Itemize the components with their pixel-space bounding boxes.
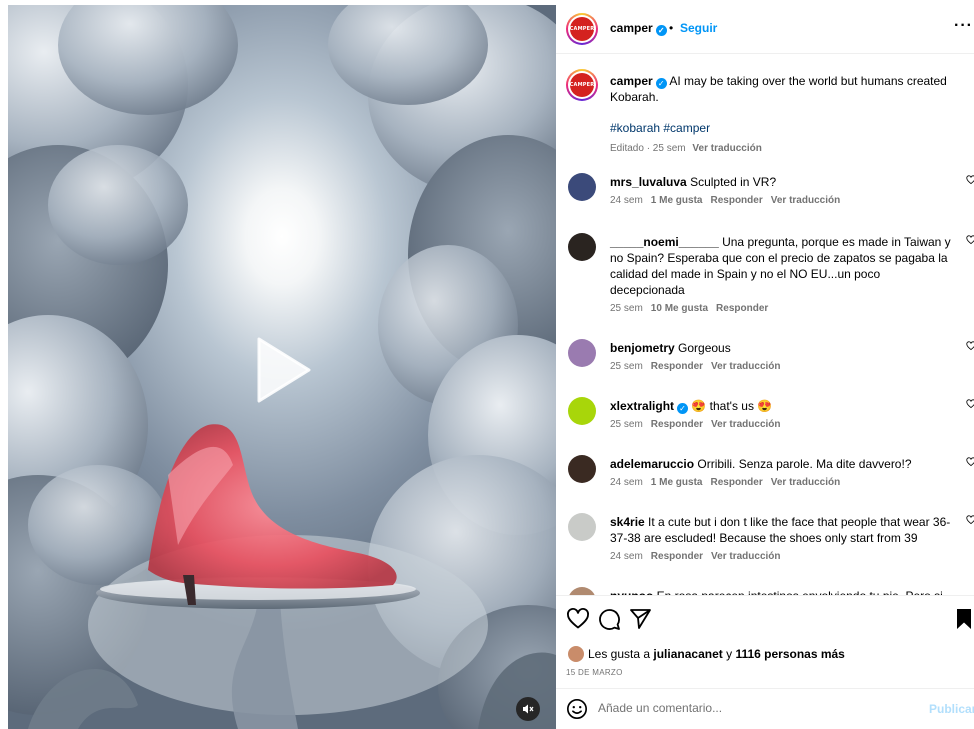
caption-author-avatar[interactable]: CAMPER — [566, 69, 598, 101]
verified-badge-icon: ✓ — [677, 403, 689, 414]
verified-badge-icon: ✓ — [655, 25, 667, 36]
reply-button[interactable]: Responder — [716, 303, 768, 314]
post-side-panel: CAMPER camper ✓ • Seguir ··· CAMPER campe… — [556, 5, 974, 729]
separator-dot: • — [669, 21, 674, 35]
comment-text: adelemaruccio Orribili. Senza parole. Ma… — [610, 456, 958, 472]
translate-link[interactable]: Ver traducción — [711, 361, 780, 372]
translate-link[interactable]: Ver traducción — [711, 419, 780, 430]
camper-logo: CAMPER — [570, 17, 594, 41]
commenter-username[interactable]: _____noemi______ — [610, 235, 719, 249]
comments-list[interactable]: CAMPER camper ✓ AI may be taking over the… — [556, 55, 974, 595]
reply-button[interactable]: Responder — [651, 361, 703, 372]
comment-meta: 24 sem 1 Me gusta Responder Ver traducción — [610, 477, 848, 488]
comment-time: 24 sem — [610, 477, 643, 488]
reply-button[interactable]: Responder — [710, 477, 762, 488]
author-username[interactable]: camper ✓ — [610, 21, 667, 36]
comment-meta: 25 sem Responder Ver traducción — [610, 361, 789, 372]
comment-text: sk4rie It a cute but i don t like the fa… — [610, 514, 958, 546]
comment-likes[interactable]: 10 Me gusta — [651, 303, 708, 314]
comment-text: xlextralight ✓ 😍 that's us 😍 — [610, 398, 958, 414]
comment-text: benjometry Gorgeous — [610, 340, 958, 356]
comment-meta: 25 sem Responder Ver traducción — [610, 419, 789, 430]
comment-time: 25 sem — [610, 419, 643, 430]
publish-button[interactable]: Publicar — [929, 702, 974, 716]
author-avatar[interactable]: CAMPER — [566, 13, 598, 45]
commenter-avatar[interactable] — [568, 339, 596, 367]
commenter-avatar[interactable] — [568, 233, 596, 261]
comment-body: 😍 that's us 😍 — [691, 399, 773, 413]
comment-meta: 24 sem 1 Me gusta Responder Ver traducción — [610, 195, 848, 206]
post-header: CAMPER camper ✓ • Seguir ··· — [556, 5, 974, 54]
post-date: 15 DE MARZO — [566, 668, 623, 677]
comment-like-heart-icon[interactable] — [966, 235, 974, 245]
comment-body: Sculpted in VR? — [690, 175, 777, 189]
commenter-avatar[interactable] — [568, 455, 596, 483]
comment-icon[interactable] — [597, 607, 621, 631]
comment-time: 25 sem — [610, 303, 643, 314]
comment-text: _____noemi______ Una pregunta, porque es… — [610, 234, 958, 298]
comment-text: nyunoo En rosa parecen intestinos envolv… — [610, 588, 958, 595]
commenter-username[interactable]: benjometry — [610, 341, 675, 355]
commenter-username[interactable]: mrs_luvaluva — [610, 175, 687, 189]
post-media[interactable] — [8, 5, 556, 729]
follow-button[interactable]: Seguir — [680, 21, 717, 35]
comment-likes[interactable]: 1 Me gusta — [651, 195, 703, 206]
commenter-avatar[interactable] — [568, 173, 596, 201]
verified-badge-icon: ✓ — [655, 78, 667, 89]
post-actions: Les gusta a julianacanet y 1116 personas… — [556, 595, 974, 725]
caption-text: camper ✓ AI may be taking over the world … — [610, 73, 960, 105]
liker-avatar — [568, 646, 584, 662]
emoji-icon[interactable] — [566, 698, 588, 720]
comment-time: 24 sem — [610, 195, 643, 206]
play-icon[interactable] — [251, 335, 313, 405]
comment-time: 24 sem — [610, 551, 643, 562]
commenter-avatar[interactable] — [568, 513, 596, 541]
likes-summary[interactable]: Les gusta a julianacanet y 1116 personas… — [568, 646, 845, 662]
camper-logo: CAMPER — [570, 73, 594, 97]
liker-username[interactable]: julianacanet — [653, 647, 722, 661]
comment-meta: 24 sem Responder Ver traducción — [610, 551, 789, 562]
commenter-avatar[interactable] — [568, 397, 596, 425]
heart-icon[interactable] — [566, 607, 590, 631]
caption-translate-link[interactable]: Ver traducción — [692, 143, 761, 154]
comment-like-heart-icon[interactable] — [966, 341, 974, 351]
reply-button[interactable]: Responder — [651, 551, 703, 562]
comment-like-heart-icon[interactable] — [966, 399, 974, 409]
comment-body: Gorgeous — [678, 341, 731, 355]
commenter-username[interactable]: adelemaruccio — [610, 457, 694, 471]
commenter-username[interactable]: sk4rie — [610, 515, 645, 529]
caption-meta: Editado · 25 sem Ver traducción — [610, 143, 762, 154]
comment-body: Orribili. Senza parole. Ma dite davvero!… — [697, 457, 912, 471]
speaker-muted-icon — [523, 704, 534, 714]
reply-button[interactable]: Responder — [710, 195, 762, 206]
mute-button[interactable] — [516, 697, 540, 721]
send-icon[interactable] — [628, 607, 652, 631]
translate-link[interactable]: Ver traducción — [711, 551, 780, 562]
comment-likes[interactable]: 1 Me gusta — [651, 477, 703, 488]
commenter-username[interactable]: xlextralight — [610, 399, 674, 413]
caption-hashtags[interactable]: #kobarah #camper — [610, 121, 710, 135]
translate-link[interactable]: Ver traducción — [771, 195, 840, 206]
commenter-avatar[interactable] — [568, 587, 596, 595]
reply-button[interactable]: Responder — [651, 419, 703, 430]
add-comment-bar: Publicar — [556, 688, 974, 726]
more-options-icon[interactable]: ··· — [954, 17, 973, 35]
comment-text: mrs_luvaluva Sculpted in VR? — [610, 174, 958, 190]
caption-author[interactable]: camper — [610, 74, 653, 88]
comment-like-heart-icon[interactable] — [966, 175, 974, 185]
comment-input[interactable] — [598, 697, 918, 719]
bookmark-icon[interactable] — [952, 607, 974, 631]
comment-like-heart-icon[interactable] — [966, 457, 974, 467]
comment-time: 25 sem — [610, 361, 643, 372]
comment-body: It a cute but i don t like the face that… — [610, 515, 951, 545]
comment-meta: 25 sem 10 Me gusta Responder — [610, 303, 776, 314]
likes-count[interactable]: 1116 personas más — [735, 647, 844, 661]
translate-link[interactable]: Ver traducción — [771, 477, 840, 488]
comment-like-heart-icon[interactable] — [966, 515, 974, 525]
